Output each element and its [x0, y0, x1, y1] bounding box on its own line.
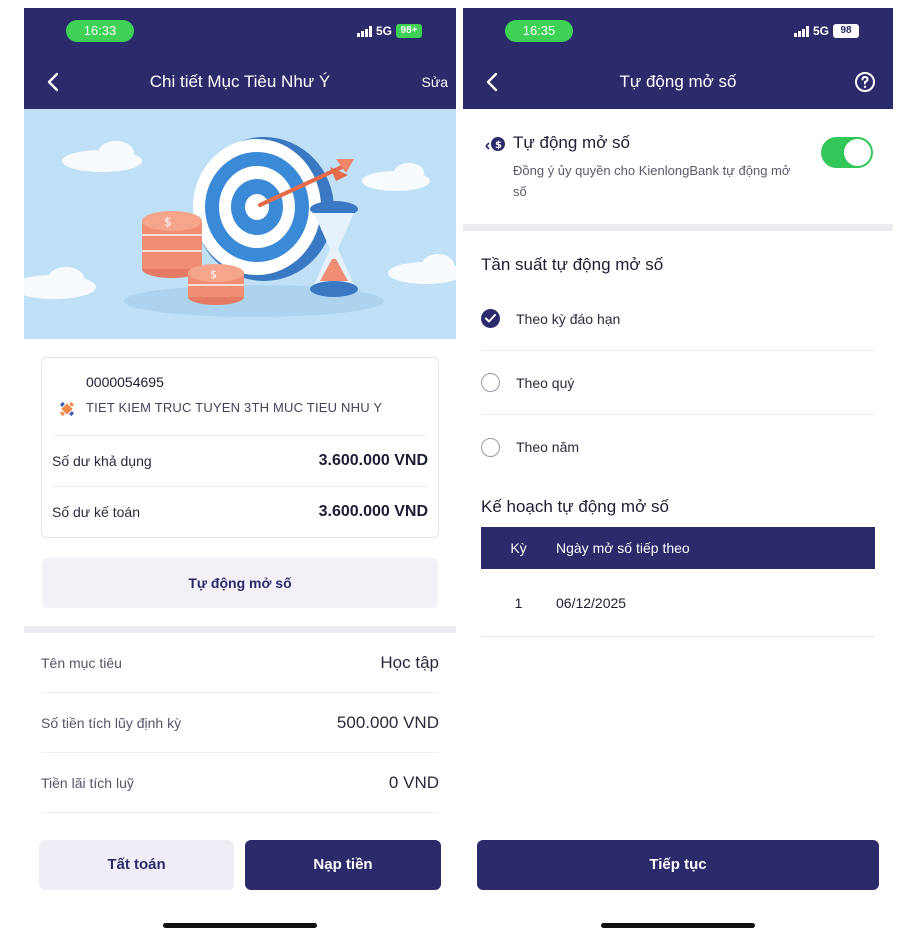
deposit-button[interactable]: Nạp tiền: [245, 840, 441, 890]
status-time: 16:35: [505, 20, 573, 42]
help-icon: [855, 72, 875, 92]
network-label: 5G: [812, 24, 829, 38]
table-row: 1 06/12/2025: [481, 569, 875, 637]
page-title: Chi tiết Mục Tiêu Như Ý: [149, 72, 331, 91]
goal-name-value: Học tập: [380, 652, 439, 672]
frequency-option-yearly[interactable]: Theo năm: [481, 415, 875, 479]
periodic-amount-label: Số tiền tích lũy định kỳ: [41, 714, 182, 731]
row-ky: 1: [514, 594, 523, 611]
available-balance-value: 3.600.000 VND: [318, 452, 428, 469]
target-coins-illustration: $ $: [24, 137, 456, 317]
help-button[interactable]: [853, 70, 877, 94]
auto-open-description: Đồng ý ủy quyền cho KienlongBank tự động…: [513, 163, 791, 199]
battery-icon: 98: [833, 24, 859, 38]
auto-open-screen: 16:35 5G 98 Tự động mở số $ Tự động mở s…: [463, 8, 893, 938]
edit-button[interactable]: Sửa: [422, 74, 449, 90]
radio-unchecked-icon: [481, 373, 500, 392]
plan-table: Kỳ Ngày mở số tiếp theo 1 06/12/2025: [481, 527, 875, 637]
svg-text:$: $: [164, 215, 172, 229]
status-time: 16:33: [66, 20, 134, 42]
ledger-balance-label: Số dư kế toán: [52, 504, 140, 520]
battery-icon: 98+: [396, 24, 422, 38]
periodic-amount-row: Số tiền tích lũy định kỳ 500.000 VND: [41, 693, 439, 753]
account-card: 0000054695 TIET KIEM TRUC TUYEN 3TH MUC …: [41, 357, 439, 538]
bottom-action-bar: Tất toán Nạp tiền: [24, 826, 456, 938]
home-indicator[interactable]: [163, 923, 317, 928]
page-title: Tự động mở số: [619, 72, 737, 91]
auto-open-toggle[interactable]: [821, 137, 873, 168]
accrued-interest-row: Tiền lãi tích luỹ 0 VND: [41, 753, 439, 813]
account-number: 0000054695: [86, 374, 164, 390]
account-name: TIET KIEM TRUC TUYEN 3TH MUC TIEU NHU Y: [86, 400, 383, 415]
column-header-date: Ngày mở số tiếp theo: [556, 540, 690, 556]
network-label: 5G: [375, 24, 392, 38]
account-header: 0000054695 TIET KIEM TRUC TUYEN 3TH MUC …: [42, 358, 438, 435]
signal-icon: [794, 25, 809, 37]
available-balance-label: Số dư khả dụng: [52, 453, 152, 469]
frequency-options: Theo kỳ đáo hạn Theo quý Theo năm: [463, 287, 893, 479]
svg-text:$: $: [495, 140, 502, 151]
settle-button[interactable]: Tất toán: [39, 840, 234, 890]
radio-checked-icon: [481, 309, 500, 328]
signal-icon: [357, 25, 372, 37]
accrued-interest-label: Tiền lãi tích luỹ: [41, 774, 134, 791]
goal-name-label: Tên mục tiêu: [41, 654, 122, 671]
frequency-option-maturity[interactable]: Theo kỳ đáo hạn: [481, 287, 875, 351]
frequency-option-label: Theo kỳ đáo hạn: [516, 310, 621, 327]
available-balance-row: Số dư khả dụng 3.600.000 VND: [52, 435, 428, 486]
accrued-interest-value: 0 VND: [388, 772, 439, 792]
bottom-action-bar: Tiếp tục: [463, 826, 893, 938]
svg-text:$: $: [210, 268, 217, 281]
home-indicator[interactable]: [601, 923, 755, 928]
plan-title: Kế hoạch tự động mở số: [481, 497, 669, 516]
radio-unchecked-icon: [481, 437, 500, 457]
auto-open-button[interactable]: Tự động mở số: [42, 558, 438, 608]
header: 16:35 5G 98 Tự động mở số: [463, 8, 893, 109]
toggle-knob: [844, 139, 871, 166]
row-date: 06/12/2025: [556, 594, 627, 611]
frequency-option-quarterly[interactable]: Theo quý: [481, 351, 875, 415]
periodic-amount-value: 500.000 VND: [336, 712, 439, 732]
auto-open-title: Tự động mở số: [513, 133, 631, 152]
plan-table-header: Kỳ Ngày mở số tiếp theo: [481, 527, 875, 569]
header: 16:33 5G 98+ Chi tiết Mục Tiêu Như Ý Sửa: [24, 8, 456, 109]
ledger-balance-value: 3.600.000 VND: [318, 503, 428, 520]
status-indicators: 5G 98+: [357, 24, 422, 38]
goal-name-row: Tên mục tiêu Học tập: [41, 633, 439, 693]
frequency-title: Tần suất tự động mở số: [481, 255, 664, 274]
section-divider: [463, 224, 893, 231]
auto-open-icon: $: [483, 133, 513, 224]
status-indicators: 5G 98: [794, 24, 859, 38]
bank-logo-icon: [56, 374, 86, 425]
column-header-ky: Kỳ: [510, 540, 527, 556]
section-divider: [24, 626, 456, 633]
goal-detail-screen: 16:33 5G 98+ Chi tiết Mục Tiêu Như Ý Sửa: [24, 8, 456, 938]
continue-button[interactable]: Tiếp tục: [477, 840, 879, 890]
ledger-balance-row: Số dư kế toán 3.600.000 VND: [52, 486, 428, 537]
frequency-option-label: Theo năm: [516, 439, 580, 455]
auto-open-setting: $ Tự động mở số Đồng ý ủy quyền cho Kien…: [463, 109, 893, 224]
goal-illustration: $ $: [24, 109, 456, 339]
frequency-option-label: Theo quý: [516, 374, 575, 391]
